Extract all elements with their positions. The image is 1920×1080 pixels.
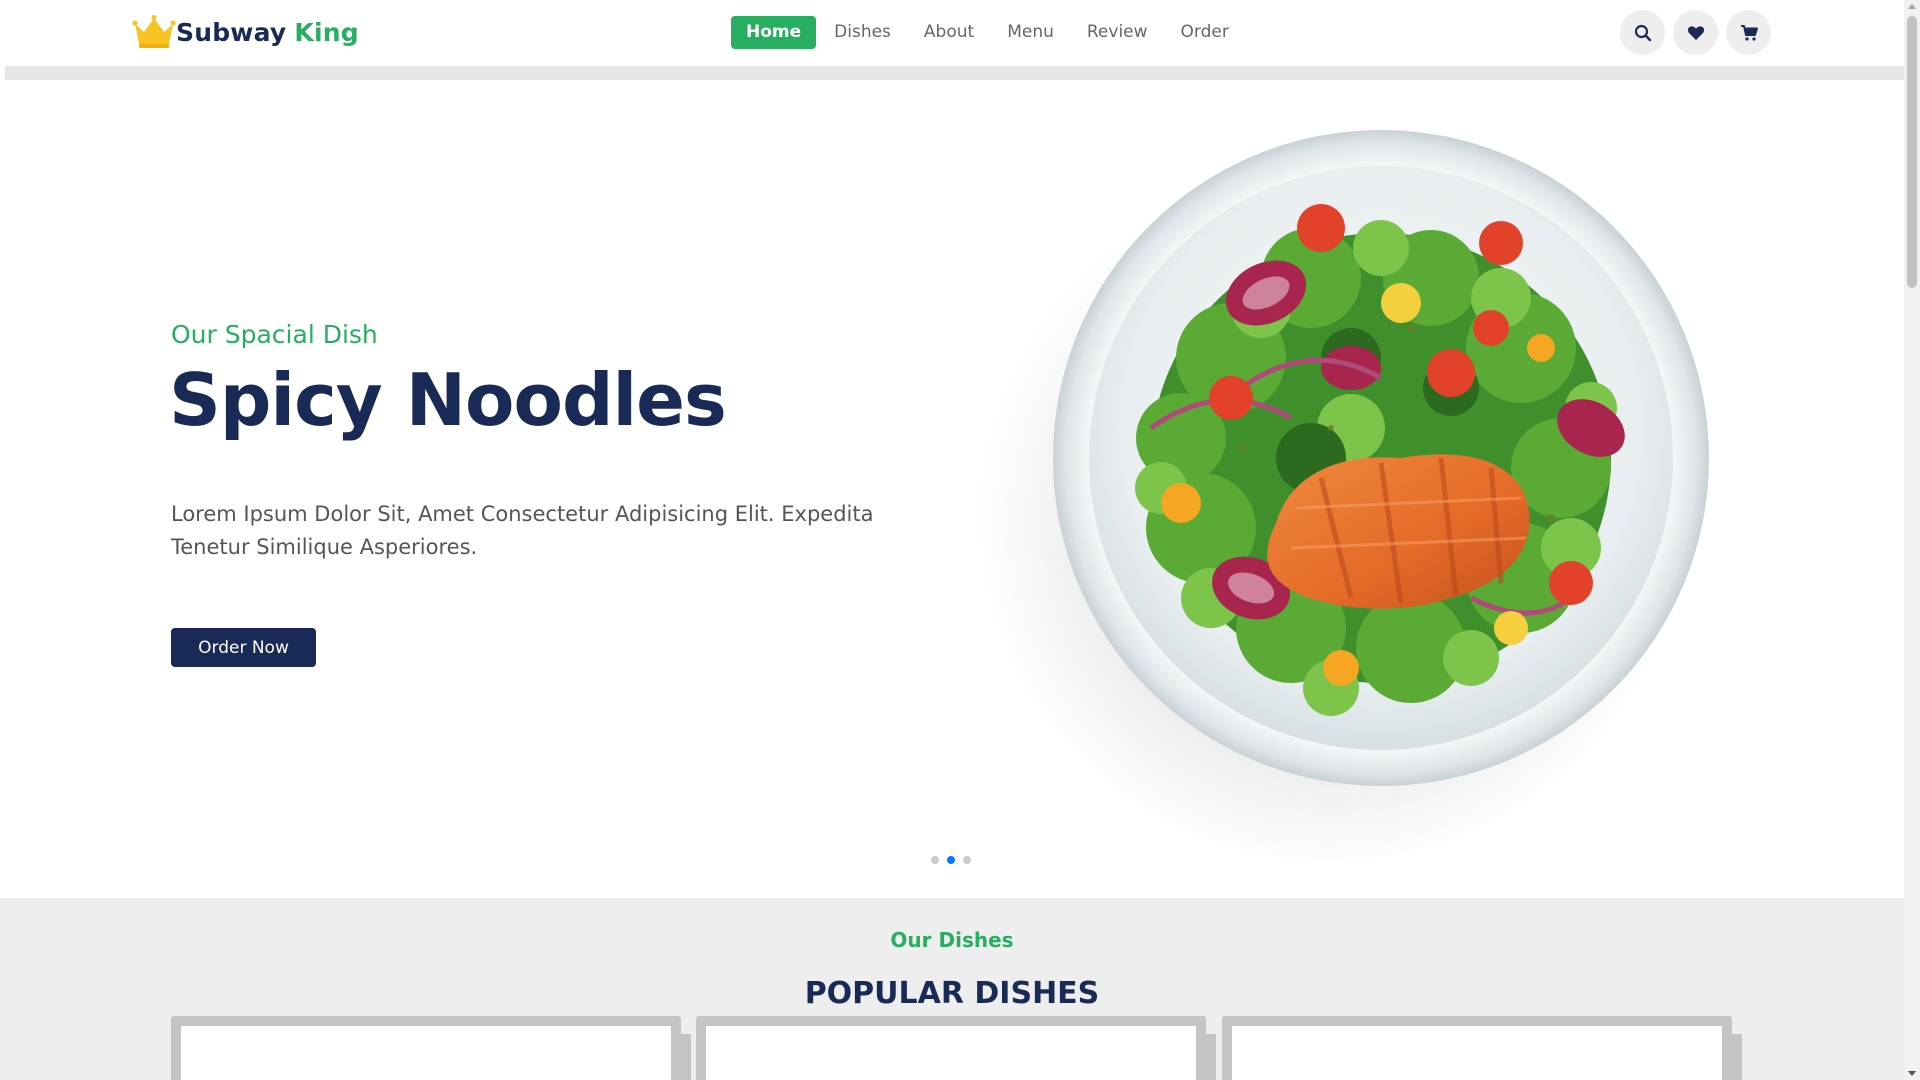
wishlist-button[interactable] (1673, 10, 1718, 55)
scroll-up-arrow-icon[interactable] (1908, 4, 1916, 9)
scroll-down-arrow-icon[interactable] (1908, 1071, 1916, 1076)
slider-pagination (931, 856, 979, 864)
main-nav: Home Dishes About Menu Review Order (731, 16, 1247, 49)
search-button[interactable] (1620, 10, 1665, 55)
dish-card-edge (1206, 1034, 1216, 1080)
page-scrollbar[interactable] (1904, 0, 1920, 1080)
nav-link-review[interactable]: Review (1072, 16, 1163, 49)
logo-word-accent: King (294, 17, 359, 47)
heart-icon (1687, 25, 1704, 40)
dish-card-edge (1732, 1034, 1742, 1080)
shopping-cart-icon (1740, 24, 1758, 41)
slide-dot-1[interactable] (931, 856, 939, 864)
crown-icon (132, 15, 176, 48)
dish-card-body (1232, 1026, 1722, 1080)
dish-card[interactable] (171, 1016, 691, 1080)
dish-card-body (706, 1026, 1196, 1080)
hero-slider: Our Spacial Dish Spicy Noodles Lorem Ips… (0, 80, 1904, 898)
hero-subtitle: Our Spacial Dish (171, 320, 378, 349)
slide-dot-3[interactable] (963, 856, 971, 864)
dishes-section: Our Dishes POPULAR DISHES (0, 898, 1904, 1080)
nav-link-menu[interactable]: Menu (992, 16, 1069, 49)
dishes-subtitle: Our Dishes (890, 928, 1014, 952)
logo-text: Subway King (176, 18, 359, 47)
nav-link-dishes[interactable]: Dishes (819, 16, 906, 49)
hero-description: Lorem Ipsum Dolor Sit, Amet Consectetur … (171, 502, 874, 559)
slide-dot-2[interactable] (947, 856, 955, 864)
logo-word-primary: Subway (176, 17, 287, 47)
hero-title: Spicy Noodles (169, 358, 727, 442)
dish-card[interactable] (696, 1016, 1216, 1080)
nav-link-about[interactable]: About (909, 16, 989, 49)
dish-card-body (181, 1026, 671, 1080)
header-divider (5, 66, 1904, 80)
search-icon (1634, 24, 1651, 41)
order-now-button[interactable]: Order Now (171, 628, 316, 667)
scroll-thumb[interactable] (1907, 16, 1917, 288)
nav-link-home[interactable]: Home (731, 16, 817, 49)
dish-card[interactable] (1222, 1016, 1742, 1080)
logo[interactable]: Subway King (132, 12, 359, 52)
cart-button[interactable] (1726, 10, 1771, 55)
dish-card-edge (681, 1034, 691, 1080)
salmon-salad-plate-image (1053, 130, 1709, 786)
dishes-title: POPULAR DISHES (804, 976, 1100, 1011)
nav-link-order[interactable]: Order (1166, 16, 1244, 49)
site-header: Subway King Home Dishes About Menu Review… (0, 0, 1904, 64)
